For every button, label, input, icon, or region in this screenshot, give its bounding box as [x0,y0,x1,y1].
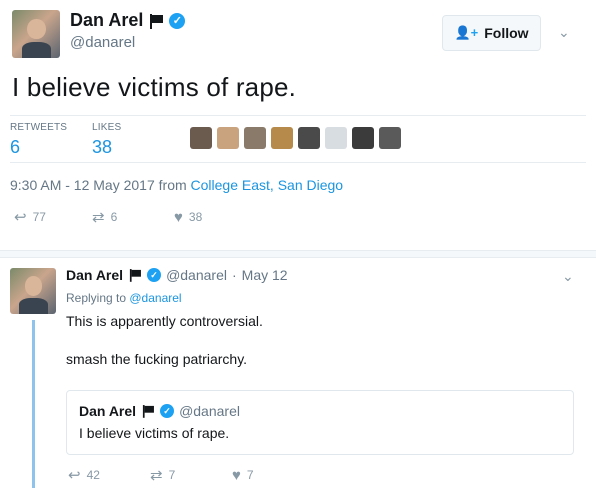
reply-date[interactable]: May 12 [242,267,288,283]
reply-count: 77 [32,210,46,224]
author-header: Dan Arel ✓ [70,10,186,31]
retweet-icon: ⇄ [150,467,163,484]
reply-count: 42 [86,468,100,482]
retweet-count: 7 [168,468,176,482]
flag-icon [149,13,164,29]
thread-line [32,320,35,488]
reply-action[interactable]: ↩ 42 [68,466,150,484]
reply-text-line2: smash the fucking patriarchy. [66,351,248,367]
divider [10,162,586,163]
likes-stat[interactable]: LIKES 38 [92,122,121,158]
liker-avatar[interactable] [217,127,239,149]
tweet-actions: ↩ 77 ⇄ 6 ♥ 38 [14,208,202,227]
heart-icon: ♥ [232,466,241,484]
verified-icon: ✓ [147,268,162,282]
reply-icon: ↩ [14,209,27,226]
reply-author-avatar[interactable] [10,268,56,314]
liker-avatar[interactable] [379,127,401,149]
like-action[interactable]: ♥ 38 [174,208,202,226]
reply-action[interactable]: ↩ 77 [14,208,92,226]
retweets-count: 6 [10,137,21,157]
reply-author-name[interactable]: Dan Arel [66,267,123,283]
tweet-text: I believe victims of rape. [12,72,297,102]
retweet-icon: ⇄ [92,209,105,226]
follow-label: Follow [484,25,529,41]
location-link[interactable]: College East, San Diego [191,177,344,193]
liker-avatar[interactable] [190,127,212,149]
verified-icon: ✓ [169,12,186,29]
reply-author-handle[interactable]: @danarel [166,267,227,283]
quoted-tweet[interactable]: Dan Arel ✓ @danarel I believe victims of… [66,390,574,455]
retweet-action[interactable]: ⇄ 6 [92,208,174,226]
tweet-timestamp: 9:30 AM - 12 May 2017 from College East,… [10,177,343,193]
quoted-header: Dan Arel ✓ @danarel [79,403,240,419]
replying-to: Replying to @danarel [66,291,182,305]
flag-icon [129,269,142,282]
quoted-text: I believe victims of rape. [79,425,230,441]
liker-avatar[interactable] [352,127,374,149]
likes-count: 38 [92,137,113,157]
reply-header: Dan Arel ✓ @danarel · May 12 [66,267,288,283]
separator-dot: · [231,267,237,283]
retweets-label: RETWEETS [10,122,68,133]
like-action[interactable]: ♥ 7 [232,466,254,484]
divider [10,115,586,116]
author-avatar[interactable] [12,10,60,58]
section-divider [0,250,596,258]
timestamp-text[interactable]: 9:30 AM - 12 May 2017 from [10,177,191,193]
author-name[interactable]: Dan Arel [70,10,143,31]
author-handle[interactable]: @danarel [70,34,135,51]
like-count: 7 [246,468,254,482]
chevron-down-icon[interactable]: ⌄ [562,268,574,285]
liker-avatar[interactable] [244,127,266,149]
liker-avatar[interactable] [325,127,347,149]
reply-icon: ↩ [68,467,81,484]
retweets-stat[interactable]: RETWEETS 6 [10,122,67,158]
verified-icon: ✓ [160,404,175,418]
retweet-action[interactable]: ⇄ 7 [150,466,232,484]
likers-avatars [190,127,401,149]
heart-icon: ♥ [174,208,183,226]
likes-label: LIKES [92,122,122,133]
reply-text-line1: This is apparently controversial. [66,313,263,329]
quoted-author-handle: @danarel [179,403,240,419]
liker-avatar[interactable] [298,127,320,149]
follow-button[interactable]: 👤+ Follow [442,15,541,51]
liker-avatar[interactable] [271,127,293,149]
follow-person-icon: 👤+ [454,25,479,40]
retweet-count: 6 [110,210,118,224]
chevron-down-icon[interactable]: ⌄ [558,24,570,41]
replying-to-handle[interactable]: @danarel [129,291,181,305]
reply-actions: ↩ 42 ⇄ 7 ♥ 7 [68,466,254,485]
like-count: 38 [188,210,203,224]
replying-to-prefix: Replying to [66,291,130,305]
quoted-author-name: Dan Arel [79,403,137,419]
flag-icon [142,405,155,418]
